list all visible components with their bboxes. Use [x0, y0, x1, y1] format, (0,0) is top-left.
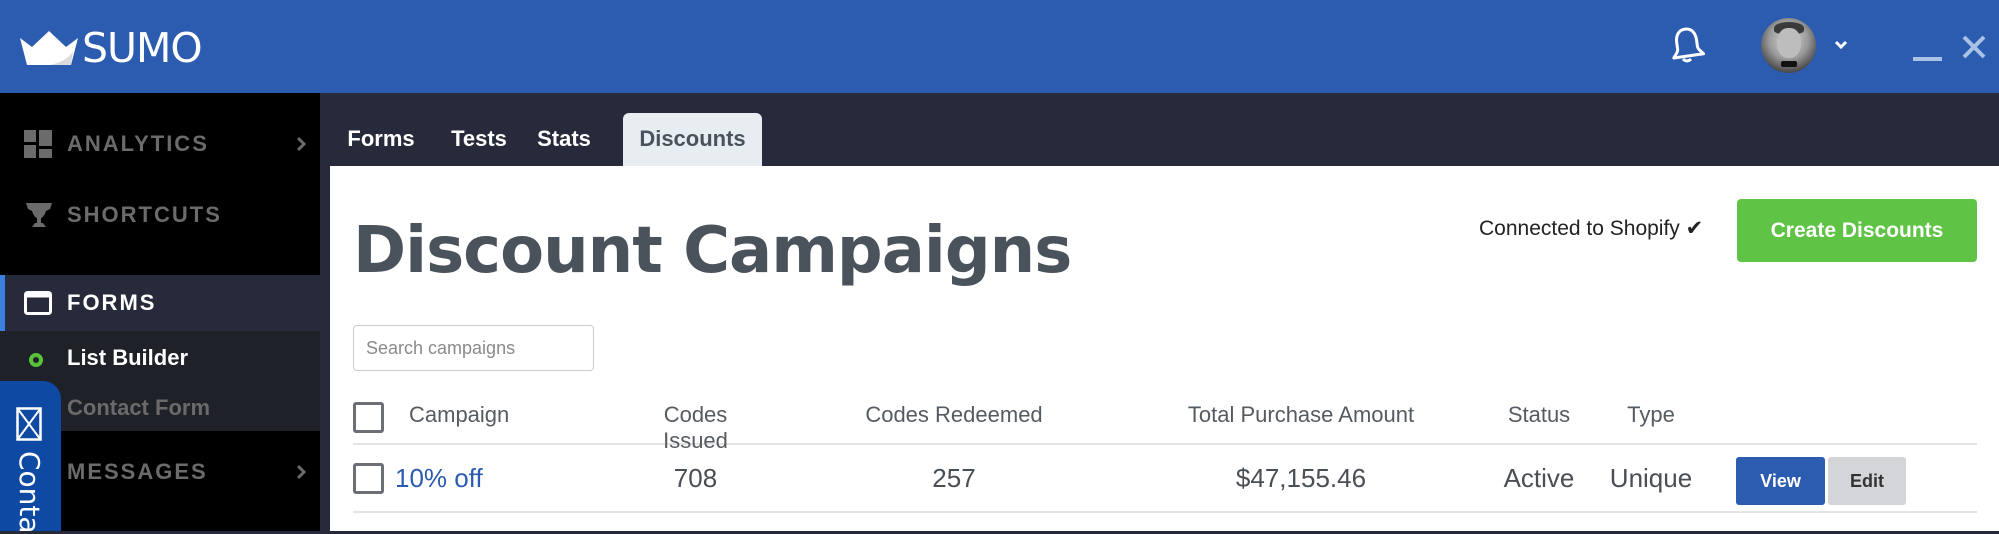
- type-value: Unique: [1609, 463, 1693, 493]
- submenu-item-list-builder[interactable]: List Builder: [67, 345, 188, 371]
- codes-redeemed-value: 257: [932, 463, 976, 493]
- chevron-right-icon: [296, 136, 306, 152]
- sidebar-item-label: MESSAGES: [67, 459, 208, 484]
- sidebar-item-analytics[interactable]: ANALYTICS: [0, 109, 320, 179]
- codes-issued-value: 708: [673, 463, 718, 493]
- column-header-campaign[interactable]: Campaign: [409, 402, 529, 428]
- tab-discounts[interactable]: Discounts: [623, 113, 762, 166]
- active-indicator: [0, 275, 5, 331]
- tab-tests[interactable]: Tests: [444, 113, 514, 166]
- brand-name: SUMO: [82, 24, 203, 72]
- column-header-codes-redeemed[interactable]: Codes Redeemed: [862, 402, 1046, 428]
- bell-icon[interactable]: [1669, 26, 1705, 64]
- chevron-down-icon[interactable]: [1834, 40, 1848, 50]
- minimize-icon[interactable]: [1913, 57, 1942, 61]
- window-icon: [24, 291, 52, 315]
- page-title: Discount Campaigns: [353, 214, 1072, 288]
- avatar-face: [1777, 28, 1801, 58]
- tab-bar: Forms Tests Stats Discounts: [320, 93, 1999, 166]
- view-button[interactable]: View: [1736, 457, 1825, 505]
- close-icon[interactable]: [1962, 35, 1986, 59]
- sidebar-item-label: FORMS: [67, 290, 157, 315]
- tab-stats[interactable]: Stats: [532, 113, 596, 166]
- dashboard-grid-icon: [24, 130, 52, 158]
- total-purchase-amount-value: $47,155.46: [1235, 463, 1367, 493]
- shopify-connection-status: Connected to Shopify ✔: [1479, 217, 1704, 240]
- submenu-item-contact-form[interactable]: Contact Form: [67, 395, 210, 421]
- crown-logo-icon: [20, 31, 78, 65]
- campaign-name-link[interactable]: 10% off: [395, 463, 515, 494]
- table-header: Campaign Codes Issued Codes Redeemed Tot…: [353, 389, 1977, 453]
- sidebar-item-label: SHORTCUTS: [67, 202, 222, 227]
- chevron-right-icon: [296, 464, 306, 480]
- sidebar-item-forms[interactable]: FORMS: [0, 275, 320, 331]
- row-checkbox[interactable]: [353, 463, 384, 494]
- status-value: Active: [1503, 463, 1575, 493]
- trophy-icon: [26, 203, 52, 227]
- search-input[interactable]: [353, 325, 594, 371]
- envelope-icon: [16, 407, 42, 441]
- contact-widget-label: Conta: [13, 451, 46, 534]
- sumo-logo[interactable]: SUMO: [20, 24, 203, 72]
- contact-widget-tab[interactable]: Conta: [0, 381, 61, 534]
- avatar-bowtie: [1781, 61, 1797, 67]
- column-header-status[interactable]: Status: [1494, 402, 1584, 428]
- main-content: Discount Campaigns Connected to Shopify …: [330, 166, 1999, 531]
- table-row: 10% off 708 257 $47,155.46 Active Unique…: [353, 447, 1977, 513]
- tab-forms[interactable]: Forms: [342, 113, 420, 166]
- column-header-total-purchase-amount[interactable]: Total Purchase Amount: [1176, 402, 1426, 428]
- edit-button[interactable]: Edit: [1828, 457, 1906, 505]
- user-avatar[interactable]: [1761, 18, 1816, 73]
- active-status-dot-icon: [29, 353, 43, 367]
- sidebar-item-label: ANALYTICS: [67, 131, 209, 156]
- select-all-checkbox[interactable]: [353, 402, 384, 433]
- sidebar-item-shortcuts[interactable]: SHORTCUTS: [0, 180, 320, 250]
- create-discounts-button[interactable]: Create Discounts: [1737, 199, 1977, 262]
- column-header-type[interactable]: Type: [1606, 402, 1696, 428]
- top-header: SUMO: [0, 0, 1999, 93]
